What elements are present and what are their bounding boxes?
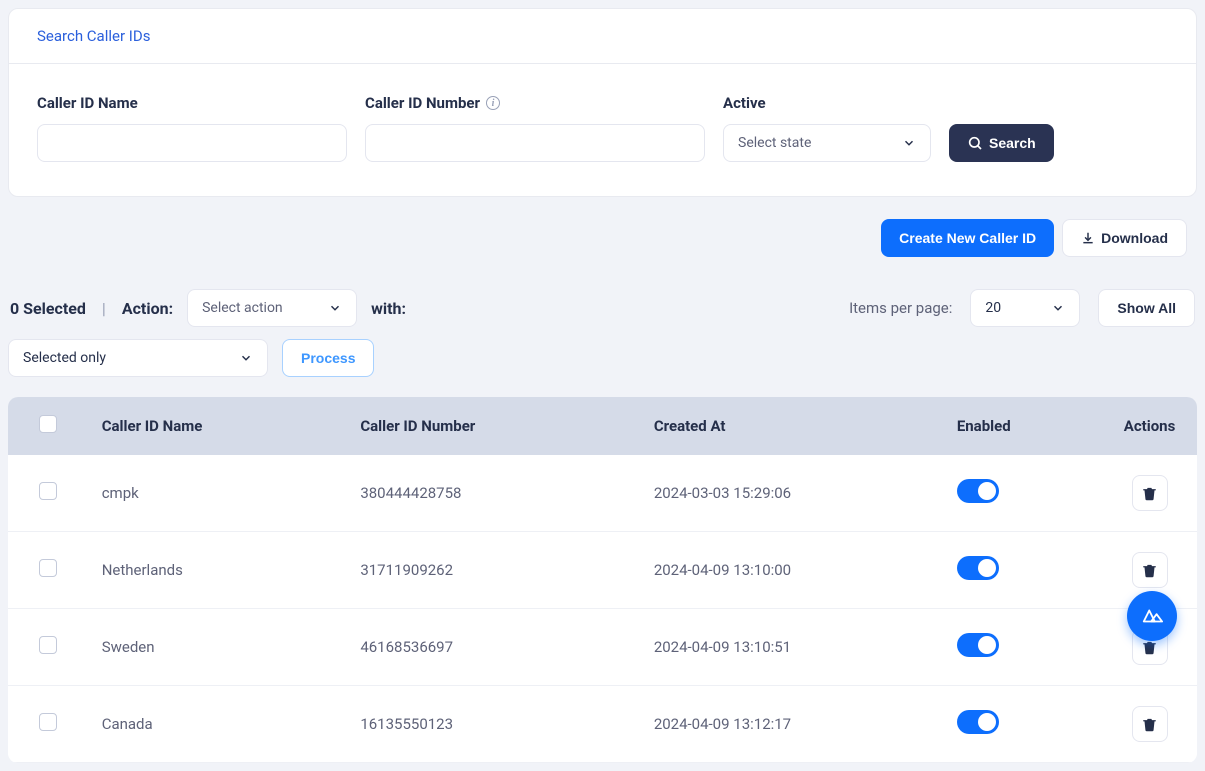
row-name: Netherlands	[88, 532, 347, 609]
active-label: Active	[723, 94, 931, 112]
row-actions-cell	[1102, 686, 1197, 763]
table-row: cmpk 380444428758 2024-03-03 15:29:06	[8, 455, 1197, 532]
row-created: 2024-03-03 15:29:06	[640, 455, 943, 532]
row-checkbox[interactable]	[39, 482, 57, 500]
row-checkbox[interactable]	[39, 559, 57, 577]
header-checkbox-cell	[8, 397, 88, 455]
delete-button[interactable]	[1132, 552, 1168, 588]
search-card: Search Caller IDs Caller ID Name Caller …	[8, 8, 1197, 197]
items-per-page-value: 20	[985, 300, 1001, 316]
help-fab-button[interactable]	[1127, 591, 1177, 641]
delete-button[interactable]	[1132, 475, 1168, 511]
row-name: Sweden	[88, 609, 347, 686]
select-all-checkbox[interactable]	[39, 415, 57, 433]
caller-id-number-input[interactable]	[365, 124, 705, 162]
download-button[interactable]: Download	[1062, 219, 1187, 257]
row-created: 2024-04-09 13:10:51	[640, 609, 943, 686]
scope-select[interactable]: Selected only	[8, 339, 268, 377]
row-number: 31711909262	[346, 532, 640, 609]
chevron-down-icon	[328, 301, 342, 315]
header-actions: Actions	[1102, 397, 1197, 455]
row-created: 2024-04-09 13:10:00	[640, 532, 943, 609]
row-checkbox[interactable]	[39, 713, 57, 731]
row-name: cmpk	[88, 455, 347, 532]
caller-id-table: Caller ID Name Caller ID Number Created …	[8, 397, 1197, 763]
action-select[interactable]: Select action	[187, 289, 357, 327]
bulk-toolbar-second: Selected only Process	[8, 339, 1197, 377]
action-select-value: Select action	[202, 300, 283, 316]
items-per-page-select[interactable]: 20	[970, 289, 1080, 327]
trash-icon	[1142, 486, 1157, 501]
bulk-left-controls: 0 Selected | Action: Select action with:	[10, 289, 406, 327]
caller-id-number-label: Caller ID Number i	[365, 94, 705, 112]
enabled-toggle[interactable]	[957, 633, 999, 657]
active-select-value: Select state	[738, 135, 811, 151]
trash-icon	[1142, 563, 1157, 578]
table-row: Sweden 46168536697 2024-04-09 13:10:51	[8, 609, 1197, 686]
search-card-body: Caller ID Name Caller ID Number i Active…	[9, 64, 1196, 196]
bulk-toolbar: 0 Selected | Action: Select action with:…	[8, 289, 1197, 327]
info-icon[interactable]: i	[486, 96, 500, 110]
divider: |	[100, 299, 108, 318]
bulk-right-controls: Items per page: 20 Show All	[849, 289, 1195, 327]
with-label: with:	[371, 299, 406, 318]
top-actions-toolbar: Create New Caller ID Download	[8, 219, 1187, 257]
header-name: Caller ID Name	[88, 397, 347, 455]
table-row: Netherlands 31711909262 2024-04-09 13:10…	[8, 532, 1197, 609]
row-enabled-cell	[943, 455, 1102, 532]
search-icon	[967, 135, 983, 151]
header-enabled: Enabled	[943, 397, 1102, 455]
row-actions-cell	[1102, 455, 1197, 532]
row-enabled-cell	[943, 532, 1102, 609]
trash-icon	[1142, 717, 1157, 732]
search-card-title: Search Caller IDs	[9, 9, 1196, 64]
field-active: Active Select state	[723, 94, 931, 162]
row-checkbox-cell	[8, 532, 88, 609]
row-enabled-cell	[943, 609, 1102, 686]
search-button[interactable]: Search	[949, 124, 1054, 162]
selected-count: 0 Selected	[10, 299, 86, 318]
delete-button[interactable]	[1132, 706, 1168, 742]
chevron-down-icon	[1051, 301, 1065, 315]
create-caller-id-button[interactable]: Create New Caller ID	[881, 219, 1054, 257]
row-checkbox-cell	[8, 609, 88, 686]
enabled-toggle[interactable]	[957, 556, 999, 580]
table-row: Canada 16135550123 2024-04-09 13:12:17	[8, 686, 1197, 763]
header-created: Created At	[640, 397, 943, 455]
fab-icon	[1141, 605, 1163, 627]
download-icon	[1081, 231, 1095, 245]
header-number: Caller ID Number	[346, 397, 640, 455]
row-number: 380444428758	[346, 455, 640, 532]
trash-icon	[1142, 640, 1157, 655]
scope-select-value: Selected only	[23, 350, 106, 366]
row-checkbox-cell	[8, 686, 88, 763]
row-created: 2024-04-09 13:12:17	[640, 686, 943, 763]
show-all-button[interactable]: Show All	[1098, 289, 1195, 327]
field-caller-id-name: Caller ID Name	[37, 94, 347, 162]
active-select[interactable]: Select state	[723, 124, 931, 162]
row-number: 16135550123	[346, 686, 640, 763]
row-enabled-cell	[943, 686, 1102, 763]
row-checkbox[interactable]	[39, 636, 57, 654]
chevron-down-icon	[902, 136, 916, 150]
enabled-toggle[interactable]	[957, 479, 999, 503]
process-button[interactable]: Process	[282, 339, 374, 377]
enabled-toggle[interactable]	[957, 710, 999, 734]
caller-id-name-label: Caller ID Name	[37, 94, 347, 112]
row-name: Canada	[88, 686, 347, 763]
items-per-page-label: Items per page:	[849, 299, 952, 317]
row-checkbox-cell	[8, 455, 88, 532]
row-number: 46168536697	[346, 609, 640, 686]
action-label: Action:	[122, 299, 173, 318]
caller-id-name-input[interactable]	[37, 124, 347, 162]
field-caller-id-number: Caller ID Number i	[365, 94, 705, 162]
chevron-down-icon	[239, 351, 253, 365]
